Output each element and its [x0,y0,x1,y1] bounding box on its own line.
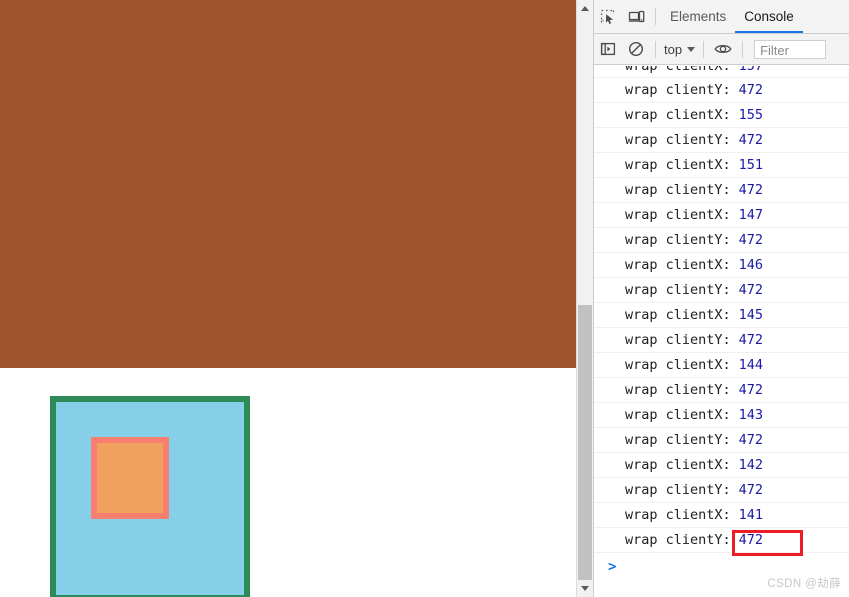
watermark: CSDN @劫薛 [767,578,841,590]
console-log-value: 472 [738,332,764,348]
console-log-row[interactable]: wrap clientX: 144 [594,353,849,378]
console-log-row[interactable]: wrap clientX: 155 [594,103,849,128]
inspect-element-icon[interactable] [594,3,622,31]
inner-salmon-box[interactable] [91,437,169,519]
console-log-message: wrap clientX: [625,207,731,223]
console-log-message: wrap clientX: [625,457,731,473]
page-scrollbar[interactable] [576,0,593,597]
console-log-row[interactable]: wrap clientY: 472 [594,78,849,103]
console-log-list[interactable]: wrap clientX: 157 wrap clientY: 472 wrap cli… [594,66,849,597]
outer-green-box[interactable] [50,396,250,597]
console-log-row[interactable]: wrap clientX: 151 [594,153,849,178]
console-log-row[interactable]: wrap clientX: 147 [594,203,849,228]
console-log-message: wrap clientY: [625,532,731,548]
console-log-value: 147 [738,207,764,223]
console-log-value: 155 [738,107,764,123]
console-log-row[interactable]: wrap clientY: 472 [594,528,849,556]
console-log-value: 142 [738,457,764,473]
console-log-message: wrap clientX: [625,157,731,173]
toolbar-divider-2 [703,40,705,58]
console-log-message: wrap clientY: [625,282,731,298]
scrollbar-thumb[interactable] [578,305,592,580]
toolbar-divider-1 [655,40,656,58]
console-log-value: 472 [738,532,764,548]
console-log-row[interactable]: wrap clientX: 141 [594,503,849,528]
console-log-row[interactable]: wrap clientY: 472 [594,328,849,353]
console-log-message: wrap clientY: [625,182,731,198]
console-log-value: 472 [738,432,764,448]
console-log-value: 472 [738,232,764,248]
screenshot-root: Elements Console top Filter wrap clientX… [0,0,849,597]
console-log-message: wrap clientX: [625,66,731,74]
console-log-message: wrap clientX: [625,307,731,323]
console-log-value: 472 [738,82,764,98]
chevron-down-icon [687,46,696,52]
console-log-value: 145 [738,307,764,323]
web-page-viewport [0,0,576,597]
console-log-value: 472 [738,382,764,398]
console-log-row[interactable]: wrap clientY: 472 [594,228,849,253]
console-log-message: wrap clientY: [625,382,731,398]
console-log-value: 151 [738,157,764,173]
tab-elements[interactable]: Elements [661,0,735,33]
console-log-value: 157 [738,66,764,74]
console-log-message: wrap clientX: [625,407,731,423]
console-log-message: wrap clientX: [625,357,731,373]
console-log-row[interactable]: wrap clientY: 472 [594,278,849,303]
console-log-value: 144 [738,357,764,373]
console-log-message: wrap clientY: [625,132,731,148]
toolbar-divider-3 [742,40,744,58]
console-log-value: 472 [738,482,764,498]
console-log-message: wrap clientY: [625,232,731,248]
console-log-row[interactable]: wrap clientX: 157 [594,66,849,78]
console-log-row[interactable]: wrap clientY: 472 [594,178,849,203]
brown-banner [0,0,576,368]
execution-context-label: top [664,41,683,57]
console-log-value: 472 [738,182,764,198]
console-log-value: 141 [738,507,764,523]
console-log-row[interactable]: wrap clientY: 472 [594,378,849,403]
console-log-value: 143 [738,407,764,423]
devtools-panel: Elements Console top Filter wrap clientX… [593,0,849,597]
execution-context-dropdown[interactable]: top [661,42,698,57]
console-toolbar: top Filter [594,34,849,65]
console-log-row[interactable]: wrap clientY: 472 [594,128,849,153]
console-log-value: 146 [738,257,764,273]
console-log-message: wrap clientX: [625,507,731,523]
console-log-message: wrap clientY: [625,332,731,348]
console-log-row[interactable]: wrap clientX: 146 [594,253,849,278]
console-sidebar-icon[interactable] [594,35,622,63]
console-log-row[interactable]: wrap clientY: 472 [594,428,849,453]
console-filter-input[interactable]: Filter [754,39,827,59]
tabbar-divider [655,8,656,25]
console-log-value: 472 [738,282,764,298]
console-log-message: wrap clientY: [625,432,731,448]
scroll-up-arrow-icon[interactable] [577,0,593,17]
devtools-tabbar: Elements Console [594,0,849,34]
console-log-message: wrap clientY: [625,482,731,498]
console-log-row[interactable]: wrap clientX: 143 [594,403,849,428]
console-log-message: wrap clientX: [625,257,731,273]
clear-console-icon[interactable] [622,35,650,63]
console-log-message: wrap clientX: [625,107,731,123]
device-toolbar-icon[interactable] [622,3,650,31]
scroll-down-arrow-icon[interactable] [577,580,593,597]
console-log-message: wrap clientY: [625,82,731,98]
tab-console[interactable]: Console [735,0,803,33]
console-log-row[interactable]: wrap clientX: 145 [594,303,849,328]
live-expression-eye-icon[interactable] [709,35,737,63]
console-log-row[interactable]: wrap clientX: 142 [594,453,849,478]
console-log-row[interactable]: wrap clientY: 472 [594,478,849,503]
console-log-value: 472 [738,132,764,148]
